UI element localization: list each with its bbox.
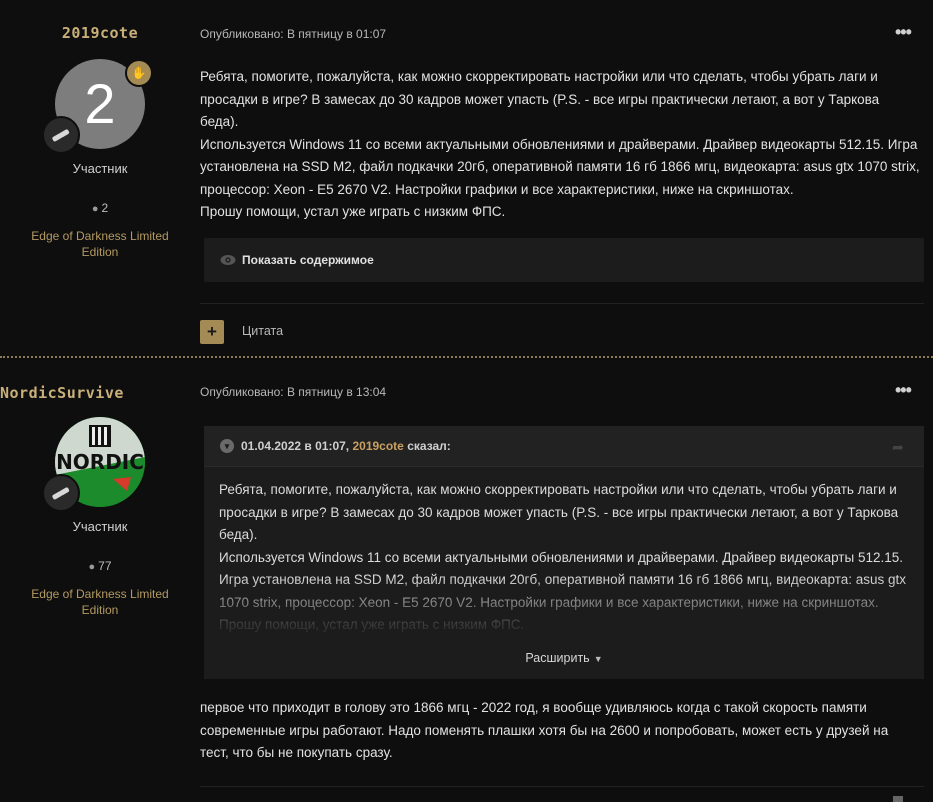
expand-label: Расширить [525, 651, 590, 665]
caret-down-icon: ▼ [593, 654, 603, 664]
chevron-down-icon[interactable]: ▾ [220, 439, 234, 453]
quote-date: 01.04.2022 в 01:07, [241, 439, 350, 453]
username[interactable]: NordicSurvive [0, 384, 200, 402]
chat-icon: ● [88, 561, 96, 573]
quote-author[interactable]: 2019cote [352, 439, 403, 453]
divider [200, 786, 924, 787]
quote-block: ▾ 01.04.2022 в 01:07, 2019cote сказал: ➦… [204, 426, 924, 679]
quote-header: ▾ 01.04.2022 в 01:07, 2019cote сказал: ➦ [204, 426, 924, 467]
share-icon[interactable]: ➦ [892, 439, 904, 456]
post-count: ● 77 [0, 559, 200, 573]
quote-said: сказал: [407, 439, 451, 453]
member-role: Участник [72, 519, 128, 534]
post-count-value: 77 [98, 559, 112, 573]
post: NordicSurvive NORDIC Участник ● 77 Edge o… [0, 0, 933, 802]
quote-citation[interactable]: 01.04.2022 в 01:07, 2019cote сказал: [241, 439, 451, 453]
expand-button[interactable]: Расширить ▼ [204, 651, 924, 665]
post-paragraph: первое что приходит в голову это 1866 мг… [200, 700, 889, 760]
quote-paragraph: Ребята, помогите, пожалуйста, как можно … [219, 482, 899, 542]
post-meta[interactable]: Опубликовано: В пятницу в 13:04 [200, 385, 386, 399]
more-options-icon[interactable] [893, 796, 903, 802]
more-options-icon[interactable]: ••• [895, 380, 912, 401]
bullets-icon [42, 474, 80, 512]
avatar-text: NORDIC [56, 450, 144, 474]
game-edition: Edge of Darkness Limited Edition [31, 587, 169, 617]
post-content: первое что приходит в голову это 1866 мг… [200, 697, 920, 765]
